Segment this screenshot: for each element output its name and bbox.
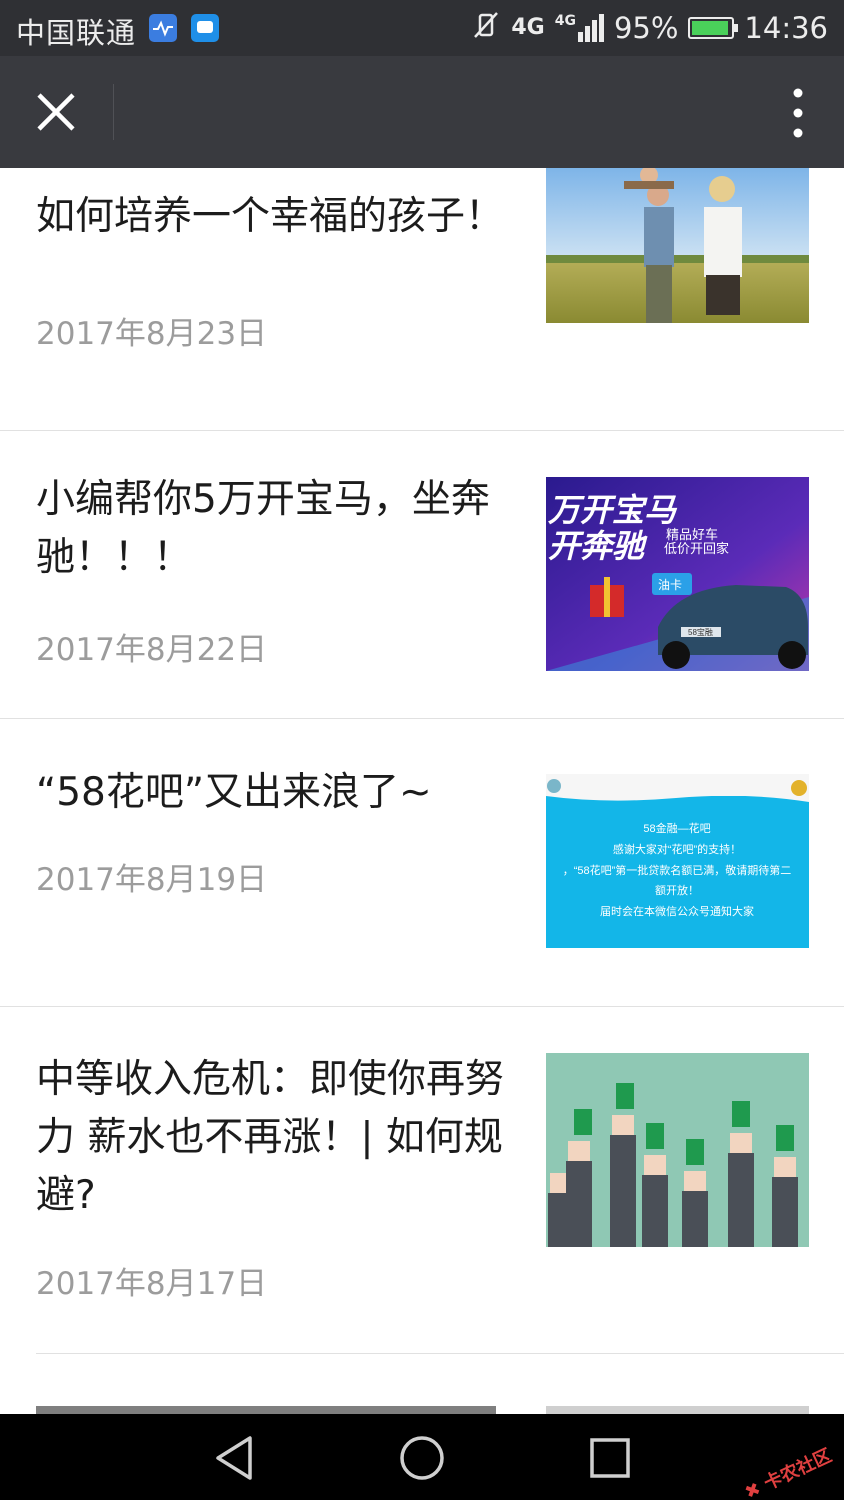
thumb-plate: 58宝融 <box>688 627 713 637</box>
system-navigation-bar: ✖ 卡农社区 <box>0 1414 844 1504</box>
signal-icon: 4G <box>555 14 604 42</box>
article-list: 如何培养一个幸福的孩子！ 2017年8月23日 小编帮你5万开宝马，坐奔驰！！！… <box>0 168 844 1414</box>
back-icon[interactable] <box>208 1432 260 1484</box>
status-right: 4G 4G 95% 14:36 <box>471 10 828 46</box>
article-title: 中等收入危机：即使你再努力 薪水也不再涨！| 如何规避? <box>36 1057 505 1218</box>
article-item[interactable]: 小编帮你5万开宝马，坐奔驰！！！ 2017年8月22日 万开宝马 开奔驰 精品好… <box>0 431 844 718</box>
thumb-line-2: 感谢大家对“花吧”的支持！ <box>613 842 741 856</box>
close-icon[interactable] <box>30 84 82 140</box>
status-bar: 中国联通 4G 4G 95% 14:36 <box>0 0 844 56</box>
vibrate-off-icon <box>471 10 501 47</box>
article-date: 2017年8月19日 <box>36 862 268 898</box>
article-thumbnail <box>546 168 809 323</box>
thumb-tag-1: 精品好车 <box>666 527 718 542</box>
carrier-name: 中国联通 <box>16 16 137 50</box>
article-item[interactable]: “58花吧”又出来浪了~ 2017年8月19日 58金融—花吧 感谢大家对“花吧… <box>0 719 844 1006</box>
webview-header <box>0 56 844 168</box>
article-thumbnail: 58金融—花吧 感谢大家对“花吧”的支持！ ，“58花吧”第一批贷款名额已满，敬… <box>546 774 809 948</box>
article-title: “58花吧”又出来浪了~ <box>36 770 432 815</box>
article-date: 2017年8月23日 <box>36 316 268 352</box>
thumb-card: 油卡 <box>658 578 682 592</box>
article-date: 2017年8月17日 <box>36 1266 268 1302</box>
network-type-2: 4G <box>554 13 576 29</box>
article-title: 小编帮你5万开宝马，坐奔驰！！！ <box>36 477 490 580</box>
thumb-text-line2: 开奔驰 <box>548 528 648 564</box>
article-thumbnail: 万开宝马 开奔驰 精品好车 低价开回家 油卡 58宝融 <box>546 477 809 671</box>
article-item-partial[interactable] <box>0 1354 844 1414</box>
thumb-tag-2: 低价开回家 <box>664 541 729 556</box>
home-icon[interactable] <box>396 1432 448 1484</box>
thumb-text-line1: 万开宝马 <box>547 492 678 528</box>
partial-thumbnail <box>546 1406 809 1414</box>
article-date: 2017年8月22日 <box>36 632 268 668</box>
thumb-line-4: 额开放！ <box>655 883 699 897</box>
battery-percent: 95% <box>613 11 679 45</box>
partial-title <box>36 1406 496 1414</box>
thumb-line-3: ，“58花吧”第一批贷款名额已满，敬请期待第二 <box>563 863 792 877</box>
network-type-1: 4G <box>511 15 545 40</box>
article-title: 如何培养一个幸福的孩子！ <box>36 194 505 239</box>
clock: 14:36 <box>744 11 828 45</box>
watermark-logo: ✖ 卡农社区 <box>741 1445 835 1504</box>
message-app-icon <box>191 14 219 42</box>
recents-icon[interactable] <box>584 1432 636 1484</box>
battery-icon <box>688 17 739 39</box>
thumb-line-1: 58金融—花吧 <box>643 821 710 835</box>
more-vertical-icon[interactable] <box>788 86 808 140</box>
health-app-icon <box>149 14 177 42</box>
article-thumbnail <box>546 1053 809 1247</box>
article-item[interactable]: 中等收入危机：即使你再努力 薪水也不再涨！| 如何规避? 2017年8月17日 <box>0 1007 844 1353</box>
article-item[interactable]: 如何培养一个幸福的孩子！ 2017年8月23日 <box>0 168 844 430</box>
header-divider <box>113 84 114 140</box>
thumb-line-5: 届时会在本微信公众号通知大家 <box>600 904 754 918</box>
